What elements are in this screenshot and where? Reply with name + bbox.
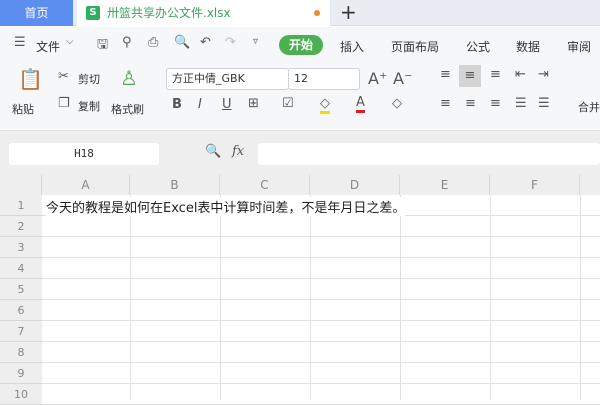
column-header-c[interactable]: C bbox=[220, 175, 310, 195]
menu-formulas[interactable]: 公式 bbox=[466, 38, 490, 55]
border-icon[interactable]: ⊞ bbox=[248, 96, 259, 111]
menu-bar: ☰ 文件 ⌵ 🖫 ⚲ ⎙ 🔍 ↶ ↷ ▿ 开始 插入 页面布局 公式 数据 审阅 bbox=[0, 27, 600, 61]
row-gridline bbox=[42, 236, 600, 237]
formula-bar: H18 🔍 fx bbox=[0, 131, 600, 175]
column-header-e[interactable]: E bbox=[400, 175, 490, 195]
clear-icon[interactable]: ◇ bbox=[392, 96, 402, 111]
menu-review[interactable]: 审阅 bbox=[567, 38, 591, 55]
underline-icon[interactable]: U bbox=[222, 97, 232, 112]
align-right-icon[interactable]: ≡ bbox=[490, 96, 501, 111]
tab-bar: 首页 S 卅篮共享办公文件.xlsx + bbox=[0, 0, 600, 27]
fill-color-icon[interactable]: ◇ bbox=[320, 96, 330, 114]
name-box[interactable]: H18 bbox=[9, 143, 159, 165]
font-color-icon[interactable]: A bbox=[356, 95, 365, 113]
save-icon[interactable]: 🖫 bbox=[97, 35, 108, 57]
more-dropdown-icon[interactable]: ▿ bbox=[253, 36, 258, 47]
menu-start[interactable]: 开始 bbox=[279, 35, 323, 55]
decrease-indent-icon[interactable]: ⇤ bbox=[515, 67, 526, 82]
select-all-corner[interactable] bbox=[0, 175, 42, 195]
row-header-1[interactable]: 1 bbox=[0, 195, 42, 216]
font-size-select[interactable]: 12 bbox=[288, 68, 360, 90]
tab-file[interactable]: S 卅篮共享办公文件.xlsx bbox=[77, 0, 330, 27]
column-header-d[interactable]: D bbox=[310, 175, 400, 195]
zoom-icon[interactable]: 🔍 bbox=[205, 144, 221, 159]
row-header-9[interactable]: 9 bbox=[0, 363, 42, 384]
align-bottom-icon[interactable]: ≡ bbox=[490, 67, 501, 82]
align-top-icon[interactable]: ≡ bbox=[440, 67, 451, 82]
redo-icon[interactable]: ↷ bbox=[225, 35, 236, 50]
unsaved-dot-icon bbox=[314, 10, 320, 16]
copy-icon: ❐ bbox=[58, 96, 70, 111]
new-tab-button[interactable]: + bbox=[340, 0, 357, 25]
column-header-g[interactable] bbox=[580, 175, 600, 195]
row-header-3[interactable]: 3 bbox=[0, 237, 42, 258]
row-header-6[interactable]: 6 bbox=[0, 300, 42, 321]
column-header-f[interactable]: F bbox=[490, 175, 580, 195]
menu-insert[interactable]: 插入 bbox=[340, 38, 364, 55]
share-icon[interactable]: ⚲ bbox=[122, 35, 132, 50]
print-icon[interactable]: ⎙ bbox=[148, 35, 158, 50]
cut-button[interactable]: 剪切 bbox=[78, 71, 100, 87]
column-header-a[interactable]: A bbox=[42, 175, 130, 195]
spreadsheet-grid[interactable]: A B C D E F 1 2 3 4 5 6 7 8 9 10 今天的教程是如何在Excel表中… bbox=[0, 175, 600, 405]
row-header-10[interactable]: 10 bbox=[0, 384, 42, 405]
row-gridline bbox=[42, 320, 600, 321]
chevron-down-icon[interactable]: ⌵ bbox=[66, 36, 74, 47]
align-center-icon[interactable]: ≡ bbox=[465, 96, 476, 111]
paste-button[interactable]: 粘贴 bbox=[12, 101, 34, 117]
row-header-8[interactable]: 8 bbox=[0, 342, 42, 363]
print-preview-icon[interactable]: 🔍 bbox=[174, 35, 190, 50]
row-gridline bbox=[42, 341, 600, 342]
fx-icon[interactable]: fx bbox=[232, 144, 244, 159]
increase-indent-icon[interactable]: ⇥ bbox=[538, 67, 549, 82]
format-painter-button[interactable]: 格式刷 bbox=[111, 101, 144, 117]
merge-button[interactable]: 合并 bbox=[578, 99, 600, 115]
menu-data[interactable]: 数据 bbox=[516, 38, 540, 55]
tab-home[interactable]: 首页 bbox=[0, 0, 73, 26]
row-header-2[interactable]: 2 bbox=[0, 216, 42, 237]
justify-icon[interactable]: ☰ bbox=[515, 96, 527, 111]
cell-a1[interactable]: 今天的教程是如何在Excel表中计算时间差，不是年月日之差。 bbox=[46, 197, 406, 216]
formula-input[interactable] bbox=[258, 143, 600, 165]
spreadsheet-icon: S bbox=[86, 6, 100, 20]
align-left-icon[interactable]: ≡ bbox=[440, 96, 451, 111]
undo-icon[interactable]: ↶ bbox=[200, 35, 211, 50]
increase-font-icon[interactable]: A⁺ bbox=[368, 69, 387, 88]
menu-page-layout[interactable]: 页面布局 bbox=[391, 38, 439, 55]
column-header-b[interactable]: B bbox=[130, 175, 220, 195]
ribbon: 📋 粘贴 ✂ 剪切 ❐ 复制 ♙ 格式刷 方正中倩_GBK 12 A⁺ A⁻ B… bbox=[0, 61, 600, 131]
decrease-font-icon[interactable]: A⁻ bbox=[393, 69, 412, 88]
copy-button[interactable]: 复制 bbox=[78, 98, 100, 114]
row-gridline bbox=[42, 383, 600, 384]
italic-icon[interactable]: I bbox=[198, 97, 202, 112]
paste-icon[interactable]: 📋 bbox=[18, 67, 43, 91]
align-middle-icon[interactable]: ≡ bbox=[459, 65, 481, 87]
distributed-icon[interactable]: ☰ bbox=[538, 96, 550, 111]
row-gridline bbox=[42, 278, 600, 279]
row-gridline bbox=[42, 299, 600, 300]
format-painter-icon: ♙ bbox=[120, 66, 138, 90]
file-tab-title: 卅篮共享办公文件.xlsx bbox=[107, 6, 231, 20]
cell-style-icon[interactable]: ☑ bbox=[282, 96, 294, 111]
hamburger-icon[interactable]: ☰ bbox=[14, 35, 26, 50]
row-gridline bbox=[42, 362, 600, 363]
scissors-icon: ✂ bbox=[58, 69, 69, 84]
row-header-5[interactable]: 5 bbox=[0, 279, 42, 300]
row-gridline bbox=[42, 257, 600, 258]
bold-icon[interactable]: B bbox=[172, 97, 182, 112]
row-header-7[interactable]: 7 bbox=[0, 321, 42, 342]
row-header-4[interactable]: 4 bbox=[0, 258, 42, 279]
font-name-select[interactable]: 方正中倩_GBK bbox=[166, 68, 289, 90]
menu-file[interactable]: 文件 bbox=[36, 38, 60, 55]
